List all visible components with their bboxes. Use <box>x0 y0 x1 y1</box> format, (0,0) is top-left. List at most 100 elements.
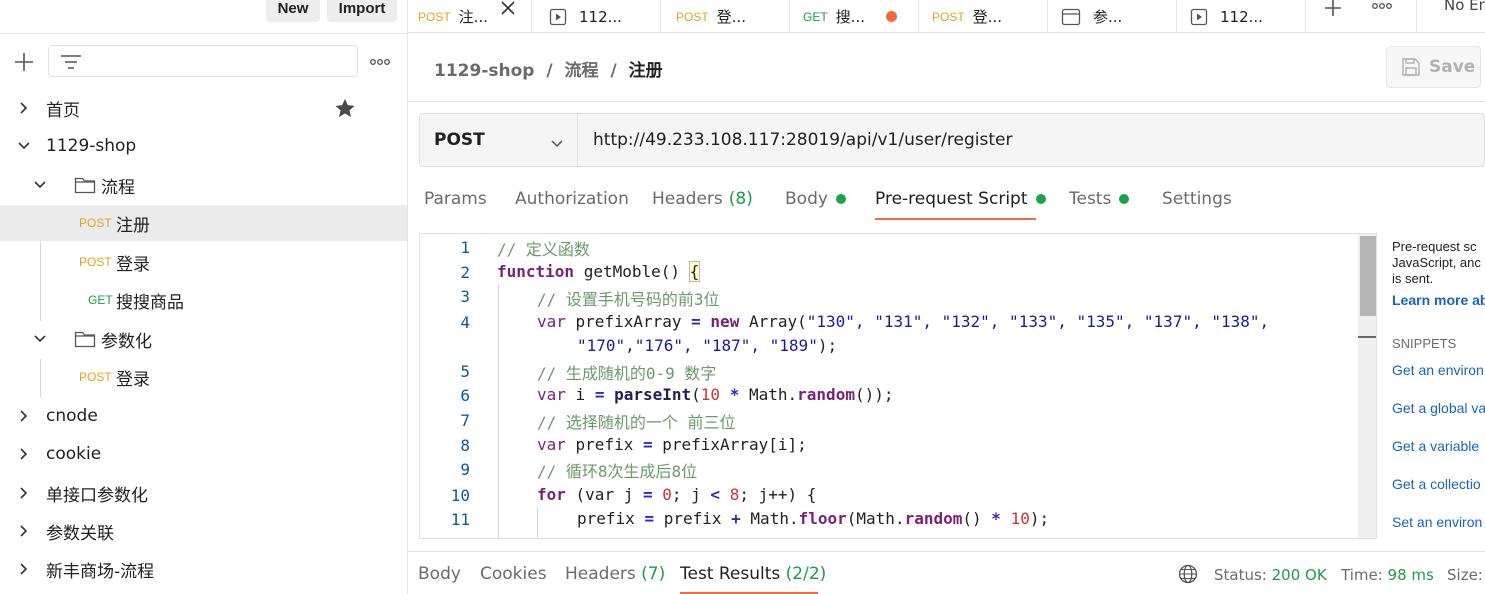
chevron-down-icon[interactable] <box>33 332 47 346</box>
snippet-link[interactable]: Get a global va <box>1392 400 1485 416</box>
breadcrumb-separator: / <box>546 61 553 81</box>
tab-headers[interactable]: Headers (8) <box>652 189 753 209</box>
chevron-right-icon[interactable] <box>17 524 31 538</box>
import-button[interactable]: Import <box>327 0 397 22</box>
chevron-right-icon[interactable] <box>17 562 31 576</box>
url-input[interactable]: http://49.233.108.117:28019/api/v1/user/… <box>593 130 1012 150</box>
sidebar-item-label: 流程 <box>101 177 135 198</box>
status-label: Status: <box>1214 566 1267 584</box>
tab-runner[interactable]: 112... <box>533 0 661 33</box>
breadcrumb-collection[interactable]: 1129-shop <box>434 61 534 81</box>
code-comment: // 定义函数 <box>497 240 590 259</box>
learn-more-link[interactable]: Learn more ab <box>1392 292 1485 308</box>
code-text: prefixArray[i]; <box>652 435 807 454</box>
code-line: // 设置手机号码的前3位 <box>537 286 720 310</box>
save-button[interactable]: Save <box>1386 46 1481 88</box>
chevron-right-icon[interactable] <box>17 101 31 115</box>
time-value: 98 ms <box>1387 566 1434 584</box>
tab-response-body[interactable]: Body <box>418 564 461 584</box>
code-brace: { <box>688 261 701 282</box>
sidebar-item-collection[interactable]: cookie <box>0 436 407 472</box>
breadcrumb-folder[interactable]: 流程 <box>565 61 599 81</box>
response-bar: Body Cookies Headers (7) Test Results (2… <box>408 551 1485 594</box>
search-input[interactable] <box>48 45 358 77</box>
tab-body[interactable]: Body <box>785 189 846 209</box>
sidebar-item-request-login[interactable]: POST 登录 <box>0 244 407 280</box>
save-label: Save <box>1429 57 1476 77</box>
tab-test-results[interactable]: Test Results (2/2) <box>680 564 826 584</box>
globe-icon[interactable] <box>1178 564 1198 588</box>
tab-label: Headers <box>565 564 636 584</box>
tab-response-headers[interactable]: Headers (7) <box>565 564 665 584</box>
tab-more-icon[interactable] <box>1370 0 1394 18</box>
more-options-icon[interactable] <box>367 52 393 72</box>
chevron-down-icon[interactable] <box>33 178 47 192</box>
sidebar-item-request-search[interactable]: GET 搜搜商品 <box>0 282 407 318</box>
method-badge: GET <box>88 293 113 307</box>
code-operator: * <box>729 385 740 404</box>
tab-login-2[interactable]: POST 登... <box>920 0 1048 33</box>
sidebar-item-home[interactable]: 首页 <box>0 90 407 126</box>
code-operator: = <box>594 385 605 404</box>
sidebar-item-request-login[interactable]: POST 登录 <box>0 359 407 395</box>
code-text: prefixArray <box>565 312 692 331</box>
tab-tests[interactable]: Tests <box>1069 189 1130 209</box>
tab-register[interactable]: POST 注... <box>408 0 532 33</box>
tab-pre-request-script[interactable]: Pre-request Script <box>875 189 1046 209</box>
star-icon[interactable] <box>334 98 356 123</box>
tab-settings[interactable]: Settings <box>1162 189 1232 209</box>
breadcrumb-separator: / <box>610 61 617 81</box>
code-number: 10 <box>700 385 721 404</box>
snippet-link[interactable]: Get a collectio <box>1392 476 1481 492</box>
script-editor[interactable]: 1 2 3 4 5 6 7 8 9 10 11 // 定义函数 function… <box>419 233 1377 539</box>
tab-cookies[interactable]: Cookies <box>480 564 547 584</box>
code-line: prefix = prefix + Math.floor(Math.random… <box>577 509 1050 528</box>
code-string: "130", "131", "132", "133", "135", "137"… <box>806 312 1270 331</box>
snippet-link[interactable]: Get a variable <box>1392 438 1479 454</box>
sidebar-item-collection[interactable]: 参数关联 <box>0 513 407 549</box>
line-number: 10 <box>450 486 470 505</box>
method-select[interactable]: POST <box>420 114 578 166</box>
add-icon[interactable] <box>12 50 36 74</box>
chevron-right-icon[interactable] <box>17 447 31 461</box>
line-number: 2 <box>460 263 470 282</box>
chevron-right-icon[interactable] <box>17 486 31 500</box>
code-text: var j <box>585 485 643 504</box>
code-property: floor <box>798 509 847 528</box>
new-button[interactable]: New <box>266 0 320 22</box>
sidebar-item-folder[interactable]: 流程 <box>0 167 407 203</box>
code-text: prefix <box>654 509 732 528</box>
sidebar-item-collection[interactable]: 单接口参数化 <box>0 475 407 511</box>
snippet-link[interactable]: Set an environ <box>1392 514 1482 530</box>
indent-guide <box>498 284 499 538</box>
tab-authorization[interactable]: Authorization <box>515 189 629 209</box>
sidebar-item-folder[interactable]: 参数化 <box>0 321 407 357</box>
filter-icon[interactable] <box>58 50 84 74</box>
tab-runner-2[interactable]: 112... <box>1178 0 1306 33</box>
editor-scrollbar-thumb[interactable] <box>1360 236 1376 316</box>
method-badge: POST <box>418 9 451 24</box>
chevron-right-icon[interactable] <box>17 409 31 423</box>
environment-selector[interactable]: No En <box>1444 0 1485 14</box>
sidebar-item-collection[interactable]: 1129-shop <box>0 128 407 164</box>
sidebar-item-collection[interactable]: cnode <box>0 398 407 434</box>
sidebar-item-label: 新丰商场-流程 <box>46 561 155 582</box>
new-tab-icon[interactable] <box>1323 0 1343 22</box>
tab-login[interactable]: POST 登... <box>662 0 790 33</box>
sidebar-item-collection[interactable]: 新丰商场-流程 <box>0 551 407 587</box>
tab-count: (7) <box>641 564 666 584</box>
tab-label: Tests <box>1069 189 1112 209</box>
tab-collection[interactable]: 参... <box>1049 0 1177 33</box>
code-operator: + <box>731 509 741 528</box>
chevron-down-icon[interactable] <box>17 139 31 153</box>
scrollbar-marker <box>1358 336 1376 338</box>
tab-search[interactable]: GET 搜... <box>791 0 919 33</box>
close-icon[interactable] <box>500 0 516 20</box>
tab-params[interactable]: Params <box>424 189 487 209</box>
code-line: var i = parseInt(10 * Math.random()); <box>537 385 894 404</box>
code-keyword: var <box>537 385 566 404</box>
sidebar-item-request-register[interactable]: POST 注册 <box>0 205 407 241</box>
divider <box>0 33 407 34</box>
tab-label: 注... <box>458 8 488 26</box>
snippet-link[interactable]: Get an environ <box>1392 362 1484 378</box>
